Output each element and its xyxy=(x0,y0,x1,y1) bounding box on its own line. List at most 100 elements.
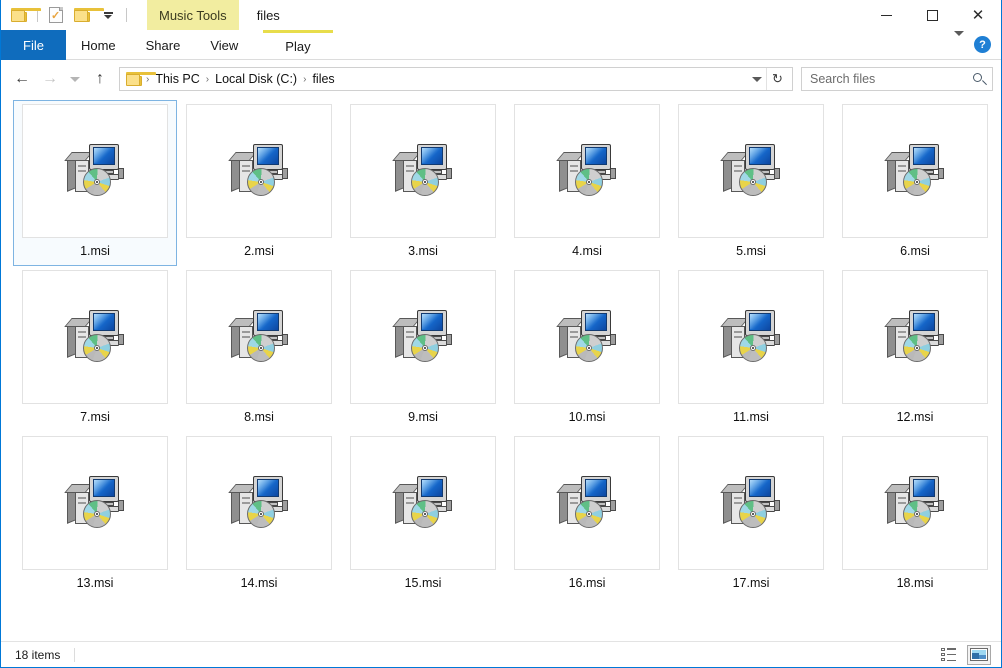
file-thumbnail xyxy=(842,270,988,404)
msi-installer-icon xyxy=(227,142,291,200)
msi-installer-icon xyxy=(883,474,947,532)
msi-installer-icon xyxy=(391,142,455,200)
title-bar: ✓ Music Tools files ✕ xyxy=(1,0,1001,30)
status-divider xyxy=(74,647,76,662)
minimize-button[interactable] xyxy=(863,0,909,30)
file-grid: 1.msi 2.msi 3.msi 4.msi 5.msi 6.msi 7.msi 8.msi… xyxy=(13,100,991,598)
properties-icon: ✓ xyxy=(49,7,63,23)
tab-home[interactable]: Home xyxy=(66,30,131,60)
file-name-label: 15.msi xyxy=(404,576,442,590)
file-item[interactable]: 6.msi xyxy=(833,100,997,266)
close-button[interactable]: ✕ xyxy=(955,0,1001,30)
item-count-label: 18 items xyxy=(15,647,61,662)
quick-access-properties-button[interactable]: ✓ xyxy=(46,5,66,25)
file-name-label: 12.msi xyxy=(896,410,934,424)
view-mode-buttons xyxy=(937,644,995,665)
maximize-button[interactable] xyxy=(909,0,955,30)
file-name-label: 5.msi xyxy=(736,244,766,258)
file-item[interactable]: 12.msi xyxy=(833,266,997,432)
msi-installer-icon xyxy=(391,308,455,366)
up-button[interactable]: ↑ xyxy=(87,66,113,92)
file-item[interactable]: 9.msi xyxy=(341,266,505,432)
file-item[interactable]: 8.msi xyxy=(177,266,341,432)
quick-access-folder-button[interactable] xyxy=(9,5,41,25)
file-name-label: 7.msi xyxy=(80,410,110,424)
search-box[interactable] xyxy=(801,67,993,91)
details-view-button[interactable] xyxy=(937,645,961,665)
file-thumbnail xyxy=(842,104,988,238)
file-list-view[interactable]: 1.msi 2.msi 3.msi 4.msi 5.msi 6.msi 7.msi 8.msi… xyxy=(1,94,1001,641)
chevron-down-icon xyxy=(103,11,113,19)
tab-share[interactable]: Share xyxy=(131,30,196,60)
file-item[interactable]: 11.msi xyxy=(669,266,833,432)
tab-play[interactable]: Play xyxy=(263,30,333,60)
breadcrumb-item-files[interactable]: files xyxy=(307,72,339,86)
file-thumbnail xyxy=(350,104,496,238)
close-icon: ✕ xyxy=(971,6,985,24)
tab-view-label: View xyxy=(210,37,239,53)
tab-file[interactable]: File xyxy=(1,30,66,60)
msi-installer-icon xyxy=(719,308,783,366)
large-icons-view-button[interactable] xyxy=(967,644,991,665)
msi-installer-icon xyxy=(391,474,455,532)
file-item[interactable]: 2.msi xyxy=(177,100,341,266)
file-item[interactable]: 18.msi xyxy=(833,432,997,598)
file-name-label: 13.msi xyxy=(76,576,114,590)
breadcrumb-bar[interactable]: › This PC › Local Disk (C:) › files ↻ xyxy=(119,67,793,91)
tab-play-label: Play xyxy=(285,39,311,54)
file-name-label: 11.msi xyxy=(733,410,769,424)
chevron-down-icon xyxy=(954,30,964,53)
file-item[interactable]: 1.msi xyxy=(13,100,177,266)
file-item[interactable]: 15.msi xyxy=(341,432,505,598)
window-controls: ✕ xyxy=(863,0,1001,30)
file-name-label: 4.msi xyxy=(572,244,602,258)
toolbar-divider xyxy=(126,8,127,22)
breadcrumb-dropdown-button[interactable] xyxy=(748,68,766,90)
ribbon-right-controls: ? xyxy=(954,30,1001,59)
tab-file-label: File xyxy=(23,37,44,53)
address-bar: ← → ↑ › This PC › Local Disk (C:) › file… xyxy=(1,64,1001,94)
contextual-tab-group-label: Music Tools xyxy=(147,0,239,30)
help-icon: ? xyxy=(979,38,986,51)
file-name-label: 6.msi xyxy=(900,244,930,258)
breadcrumb-item-this-pc[interactable]: This PC xyxy=(150,72,204,86)
file-thumbnail xyxy=(678,104,824,238)
file-thumbnail xyxy=(22,104,168,238)
large-icons-view-icon xyxy=(970,648,988,661)
explorer-window: ✓ Music Tools files ✕ File Home Share Vi… xyxy=(0,0,1002,668)
tab-view[interactable]: View xyxy=(195,30,253,60)
refresh-button[interactable]: ↻ xyxy=(766,68,788,90)
back-button[interactable]: ← xyxy=(9,66,35,92)
file-item[interactable]: 16.msi xyxy=(505,432,669,598)
file-thumbnail xyxy=(514,104,660,238)
ribbon-expand-button[interactable] xyxy=(954,30,964,54)
file-item[interactable]: 17.msi xyxy=(669,432,833,598)
file-thumbnail xyxy=(22,270,168,404)
file-name-label: 18.msi xyxy=(896,576,934,590)
maximize-icon xyxy=(926,9,938,21)
breadcrumb-item-local-disk[interactable]: Local Disk (C:) xyxy=(210,72,302,86)
msi-installer-icon xyxy=(63,474,127,532)
help-button[interactable]: ? xyxy=(974,36,991,53)
msi-installer-icon xyxy=(719,474,783,532)
msi-installer-icon xyxy=(719,142,783,200)
file-item[interactable]: 10.msi xyxy=(505,266,669,432)
file-name-label: 10.msi xyxy=(568,410,606,424)
search-input[interactable] xyxy=(810,72,973,86)
file-item[interactable]: 4.msi xyxy=(505,100,669,266)
breadcrumb-folder-icon xyxy=(124,72,156,86)
file-item[interactable]: 5.msi xyxy=(669,100,833,266)
file-item[interactable]: 13.msi xyxy=(13,432,177,598)
msi-installer-icon xyxy=(227,308,291,366)
refresh-icon: ↻ xyxy=(772,71,783,86)
file-item[interactable]: 14.msi xyxy=(177,432,341,598)
msi-installer-icon xyxy=(555,308,619,366)
file-name-label: 9.msi xyxy=(408,410,438,424)
quick-access-new-folder-button[interactable] xyxy=(72,5,104,25)
ribbon-tab-strip: File Home Share View Play ? xyxy=(1,30,1001,60)
tab-share-label: Share xyxy=(145,37,181,53)
file-item[interactable]: 3.msi xyxy=(341,100,505,266)
recent-locations-button[interactable] xyxy=(65,66,85,92)
forward-button[interactable]: → xyxy=(37,66,63,92)
file-item[interactable]: 7.msi xyxy=(13,266,177,432)
